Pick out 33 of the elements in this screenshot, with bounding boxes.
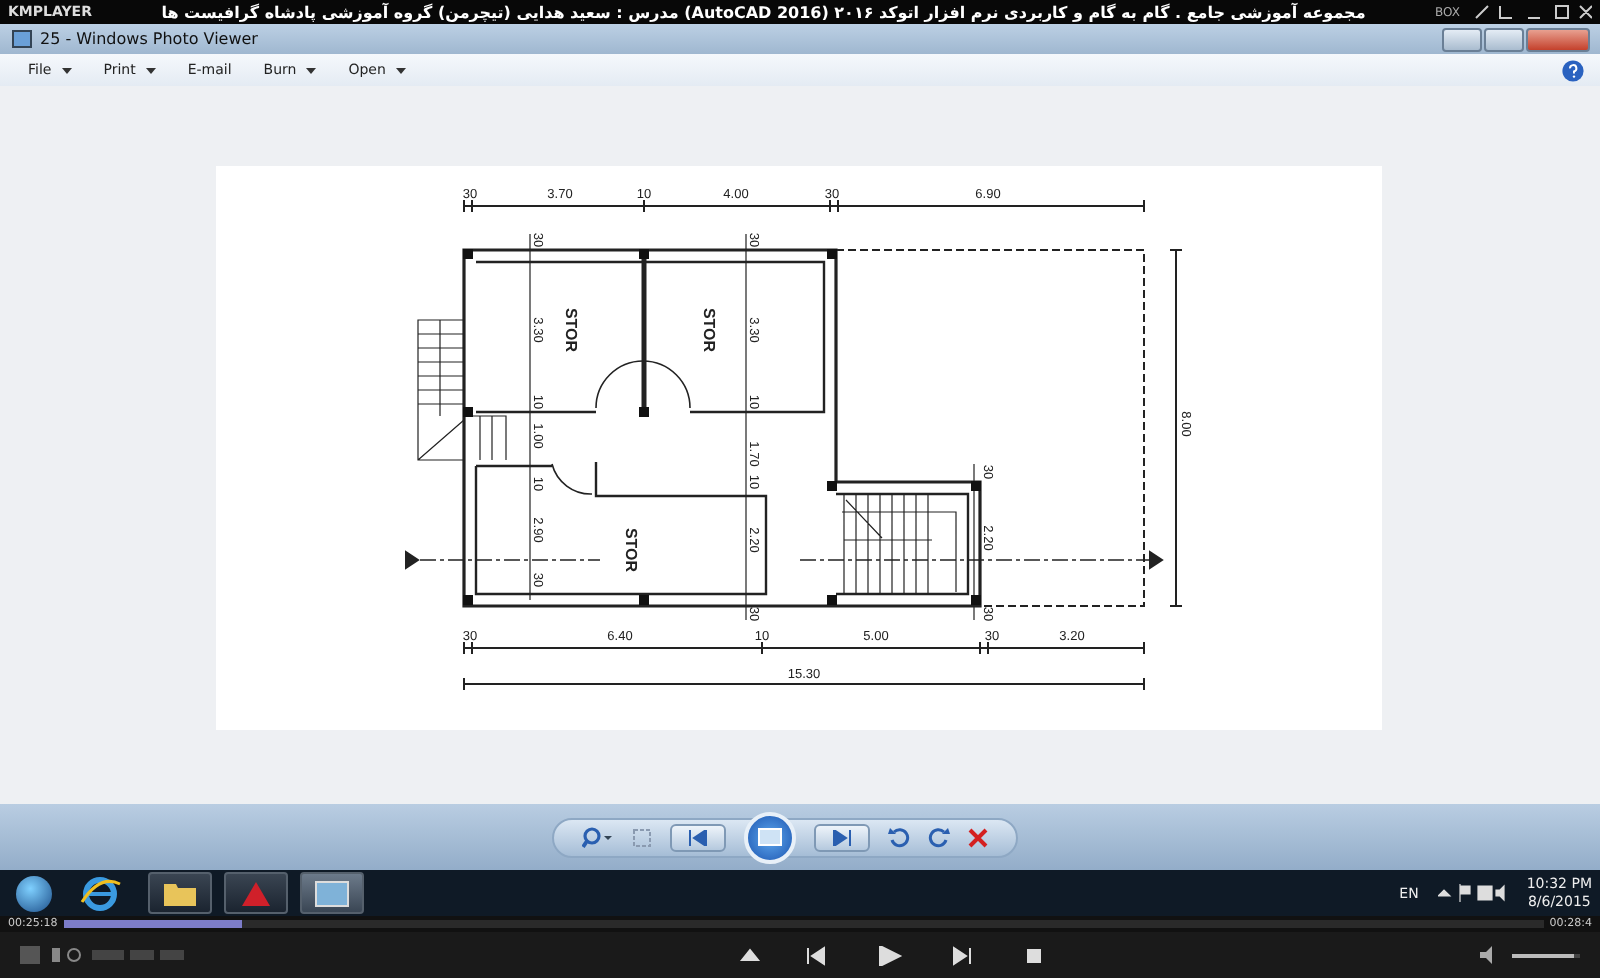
previous-button[interactable] xyxy=(670,823,726,851)
slideshow-button[interactable] xyxy=(744,811,796,863)
caret-icon[interactable] xyxy=(306,67,317,73)
player-window-controls-icon[interactable] xyxy=(1472,2,1592,22)
skip-forward-icon xyxy=(832,829,852,845)
picture-icon xyxy=(314,879,350,907)
folder-icon xyxy=(162,879,198,907)
triangle-icon xyxy=(240,879,272,907)
zoom-icon[interactable] xyxy=(582,825,614,849)
photo-viewer-taskbar-button[interactable] xyxy=(300,872,364,914)
rotate-right-icon[interactable] xyxy=(928,826,950,848)
minimize-button[interactable] xyxy=(1442,27,1482,51)
room-label: STOR xyxy=(700,307,718,353)
caret-icon[interactable] xyxy=(395,67,406,73)
tray-icons-icon[interactable] xyxy=(1438,884,1507,902)
start-button[interactable] xyxy=(16,875,52,911)
slideshow-icon xyxy=(758,828,782,846)
rotate-left-icon[interactable] xyxy=(888,826,910,848)
caret-icon[interactable] xyxy=(61,67,72,73)
room-label: STOR xyxy=(562,307,580,353)
caret-icon[interactable] xyxy=(145,67,156,73)
next-button[interactable] xyxy=(814,823,870,851)
delete-icon[interactable] xyxy=(968,827,988,847)
cad-taskbar-button[interactable] xyxy=(224,872,288,914)
window-title: 25 - Windows Photo Viewer xyxy=(40,30,258,48)
photo-viewer-icon xyxy=(12,30,32,48)
room-label: STOR xyxy=(622,527,640,573)
maximize-button[interactable] xyxy=(1484,27,1524,51)
browser-icon[interactable] xyxy=(76,873,124,913)
help-icon[interactable] xyxy=(1562,59,1584,81)
video-title: مجموعه آموزشی جامع . گام به گام و کاربردی نرم افزار اتوکد ۲۰۱۶ (AutoCAD 2016) مدرس : سعید هدایی (تیچرمن) گروه آموزشی پادشاه گرافیست ها xyxy=(159,3,1368,21)
skip-back-icon xyxy=(688,829,708,845)
folder-taskbar-button[interactable] xyxy=(148,872,212,914)
